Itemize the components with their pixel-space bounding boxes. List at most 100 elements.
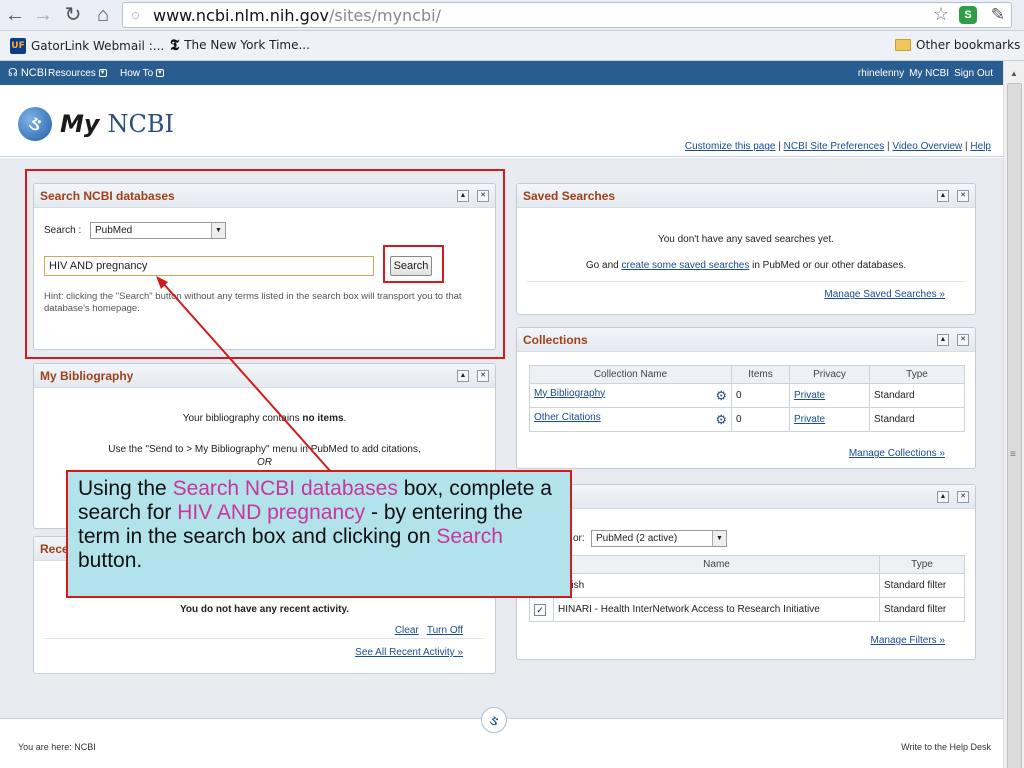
filter-type: Standard filter (879, 573, 965, 598)
howto-menu[interactable]: How To ▼ (120, 68, 164, 79)
filter-name: nglish (553, 573, 880, 598)
filters-panel: ▲ ✕ or: PubMed (2 active) ▼ Name Type ng… (516, 484, 976, 660)
bookmarks-bar: UF GatorLink Webmail :... 𝕿 The New York… (0, 31, 1024, 61)
scroll-grip-icon: ≡ (1010, 449, 1016, 460)
search-input[interactable]: HIV AND pregnancy (44, 256, 374, 276)
collections-panel: Collections ▲ ✕ Collection Name Items Pr… (516, 327, 976, 469)
site-preferences-link[interactable]: NCBI Site Preferences (784, 141, 885, 152)
collapse-icon[interactable]: ▲ (937, 190, 949, 202)
table-row: Other Citations ⚙ 0 Private Standard (529, 407, 965, 432)
bookmark-star-icon[interactable]: ☆ (933, 4, 949, 25)
chevron-down-icon: ▼ (155, 69, 164, 78)
filters-panel-title (517, 485, 975, 509)
collection-type: Standard (869, 383, 965, 408)
sign-out-link[interactable]: Sign Out (954, 68, 993, 79)
recent-empty: You do not have any recent activity. (179, 604, 350, 615)
close-icon[interactable]: ✕ (957, 491, 969, 503)
search-panel: Search NCBI databases ▲ ✕ Search : PubMe… (33, 183, 496, 350)
username: rhinelenny (857, 68, 905, 79)
wrench-icon[interactable]: ✎ (991, 5, 1005, 25)
help-desk-link[interactable]: Write to the Help Desk (901, 742, 991, 752)
saved-instructions: Go and create some saved searches in Pub… (585, 260, 907, 271)
privacy-link[interactable]: Private (794, 390, 825, 401)
collection-name-link[interactable]: My Bibliography (534, 388, 605, 399)
manage-collections-link[interactable]: Manage Collections » (849, 448, 945, 459)
col-header: Type (869, 365, 965, 384)
browser-toolbar: ← → ↻ ⌂ ◌ www.ncbi.nlm.nih.gov/sites/myn… (0, 0, 1024, 31)
filter-checkbox[interactable]: ✓ (534, 603, 546, 616)
close-icon[interactable]: ✕ (477, 190, 489, 202)
database-select[interactable]: PubMed ▼ (90, 222, 226, 239)
myncbi-logo[interactable]: ઙ My NCBI (18, 107, 174, 141)
vertical-scrollbar[interactable]: ▲ ≡ (1003, 61, 1024, 768)
chevron-down-icon: ▼ (211, 223, 225, 238)
chevron-down-icon: ▼ (712, 531, 726, 546)
scroll-up-icon[interactable]: ▲ (1010, 69, 1018, 78)
create-saved-searches-link[interactable]: create some saved searches (621, 260, 749, 271)
recent-controls: Clear Turn Off (395, 625, 463, 636)
main-content: Search NCBI databases ▲ ✕ Search : PubMe… (0, 158, 1003, 718)
collections-table: Collection Name Items Privacy Type My Bi… (529, 365, 965, 432)
other-bookmarks[interactable]: Other bookmarks (895, 38, 1020, 52)
collections-panel-title: Collections (517, 328, 975, 352)
bookmark-nytimes[interactable]: 𝕿 The New York Time... (170, 38, 310, 53)
search-hint: Hint: clicking the "Search" button witho… (44, 291, 462, 314)
collapse-icon[interactable]: ▲ (457, 190, 469, 202)
gear-icon[interactable]: ⚙ (715, 388, 727, 404)
manage-saved-wrap: Manage Saved Searches » (824, 289, 945, 300)
manage-saved-searches-link[interactable]: Manage Saved Searches » (824, 289, 945, 300)
scroll-thumb[interactable] (1007, 83, 1022, 768)
ncbi-helix-icon: ઙ (18, 107, 52, 141)
see-all-wrap: See All Recent Activity » (355, 647, 463, 658)
col-header: Privacy (789, 365, 870, 384)
table-row: nglish Standard filter (529, 573, 965, 598)
bibliography-or: OR (257, 457, 272, 468)
search-label: Search : (44, 225, 82, 236)
globe-icon: ◌ (131, 7, 140, 24)
video-overview-link[interactable]: Video Overview (892, 141, 962, 152)
close-icon[interactable]: ✕ (477, 370, 489, 382)
clear-link[interactable]: Clear (395, 625, 419, 636)
header-links: Customize this page | NCBI Site Preferen… (684, 141, 991, 152)
forward-icon[interactable]: → (32, 4, 54, 26)
collection-name-link[interactable]: Other Citations (534, 412, 601, 423)
close-icon[interactable]: ✕ (957, 334, 969, 346)
ncbi-logo[interactable]: ☊ NCBI (8, 66, 47, 79)
back-icon[interactable]: ← (4, 4, 26, 26)
bibliography-empty: Your bibliography contains no items. (182, 413, 347, 424)
gear-icon[interactable]: ⚙ (715, 412, 727, 428)
url-text: www.ncbi.nlm.nih.gov/sites/myncbi/ (153, 6, 441, 25)
table-row: ✓ HINARI - Health InterNetwork Access to… (529, 597, 965, 622)
help-link[interactable]: Help (970, 141, 991, 152)
ncbi-nav-bar: ☊ NCBI Resources ▼ How To ▼ rhinelenny M… (0, 61, 1003, 85)
turn-off-link[interactable]: Turn Off (427, 625, 463, 636)
col-header: Name (553, 555, 880, 574)
ncbi-helix-icon[interactable]: ઙ (481, 707, 507, 733)
filter-type: Standard filter (879, 597, 965, 622)
filter-name: HINARI - Health InterNetwork Access to R… (553, 597, 880, 622)
manage-filters-link[interactable]: Manage Filters » (871, 635, 945, 646)
divider (527, 281, 965, 282)
privacy-link[interactable]: Private (794, 414, 825, 425)
home-icon[interactable]: ⌂ (92, 4, 114, 26)
my-ncbi-link[interactable]: My NCBI (909, 68, 949, 79)
reload-icon[interactable]: ↻ (62, 4, 84, 26)
customize-link[interactable]: Customize this page (685, 141, 776, 152)
see-all-recent-link[interactable]: See All Recent Activity » (355, 647, 463, 658)
address-bar[interactable]: ◌ www.ncbi.nlm.nih.gov/sites/myncbi/ ☆ S… (122, 2, 1012, 28)
filters-select[interactable]: PubMed (2 active) ▼ (591, 530, 727, 547)
collapse-icon[interactable]: ▲ (937, 334, 949, 346)
extension-icon[interactable]: S (959, 6, 977, 24)
search-panel-title: Search NCBI databases (34, 184, 495, 208)
search-button[interactable]: Search (390, 256, 432, 276)
breadcrumb: You are here: NCBI (18, 742, 96, 752)
collection-items: 0 (731, 407, 790, 432)
manage-collections-wrap: Manage Collections » (849, 448, 945, 459)
divider (44, 638, 484, 639)
collapse-icon[interactable]: ▲ (937, 491, 949, 503)
close-icon[interactable]: ✕ (957, 190, 969, 202)
filters-table: Name Type nglish Standard filter ✓ HINAR… (529, 555, 965, 622)
collapse-icon[interactable]: ▲ (457, 370, 469, 382)
resources-menu[interactable]: Resources ▼ (48, 68, 107, 79)
bookmark-gatorlink[interactable]: UF GatorLink Webmail :... (10, 38, 164, 54)
